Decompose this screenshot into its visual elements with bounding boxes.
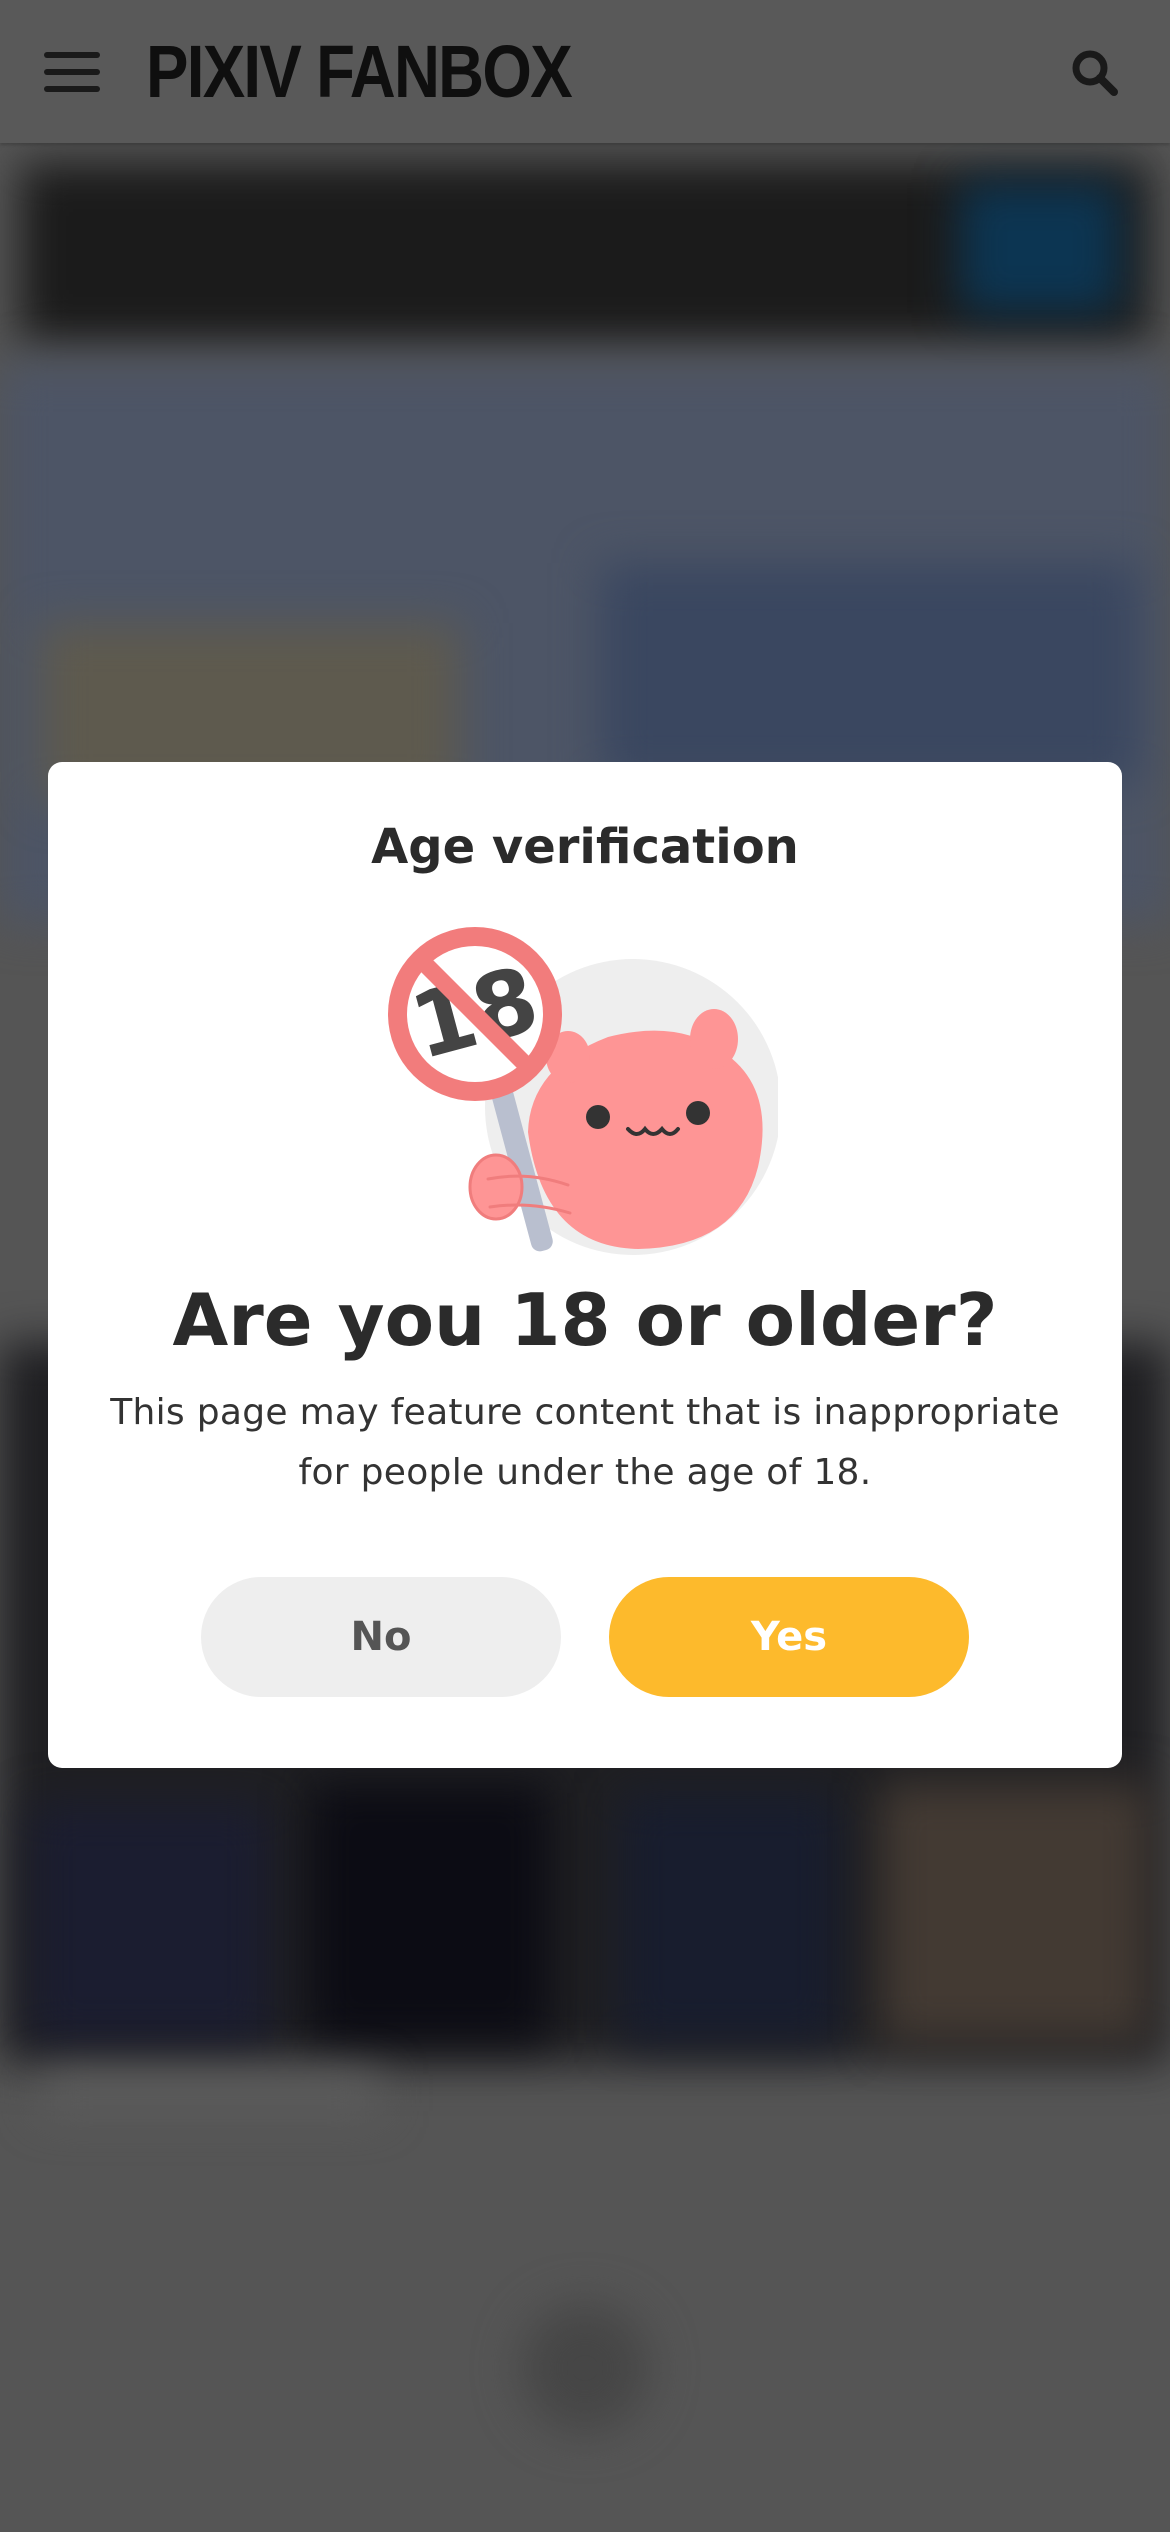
search-button[interactable] bbox=[1062, 40, 1126, 104]
blurred-text-line bbox=[40, 2073, 380, 2113]
search-icon bbox=[1072, 50, 1118, 96]
r18-sign-mascot-illustration: 18 bbox=[388, 927, 778, 1255]
blurred-cover-detail bbox=[600, 563, 1140, 783]
blurred-thumbnail bbox=[620, 1793, 840, 2043]
blurred-thumbnail bbox=[30, 1803, 270, 2043]
age-verification-dialog: Age verification 18 Are you 18 or older?… bbox=[48, 762, 1122, 1768]
yes-button[interactable]: Yes bbox=[609, 1577, 969, 1697]
blurred-thumbnail bbox=[310, 1783, 550, 2043]
app-header: PIXIV FANBOX bbox=[0, 0, 1170, 143]
blurred-thumbnail bbox=[880, 1783, 1150, 2043]
age-question-heading: Are you 18 or older? bbox=[172, 1278, 998, 1362]
blurred-accent bbox=[960, 183, 1120, 313]
hamburger-menu-icon bbox=[44, 52, 100, 92]
dialog-title: Age verification bbox=[371, 819, 799, 875]
blurred-avatar bbox=[520, 2303, 650, 2433]
menu-button[interactable] bbox=[40, 40, 104, 104]
site-logo[interactable]: PIXIV FANBOX bbox=[146, 26, 573, 118]
age-warning-text: This page may feature content that is in… bbox=[110, 1392, 1060, 1493]
no-button[interactable]: No bbox=[201, 1577, 561, 1697]
